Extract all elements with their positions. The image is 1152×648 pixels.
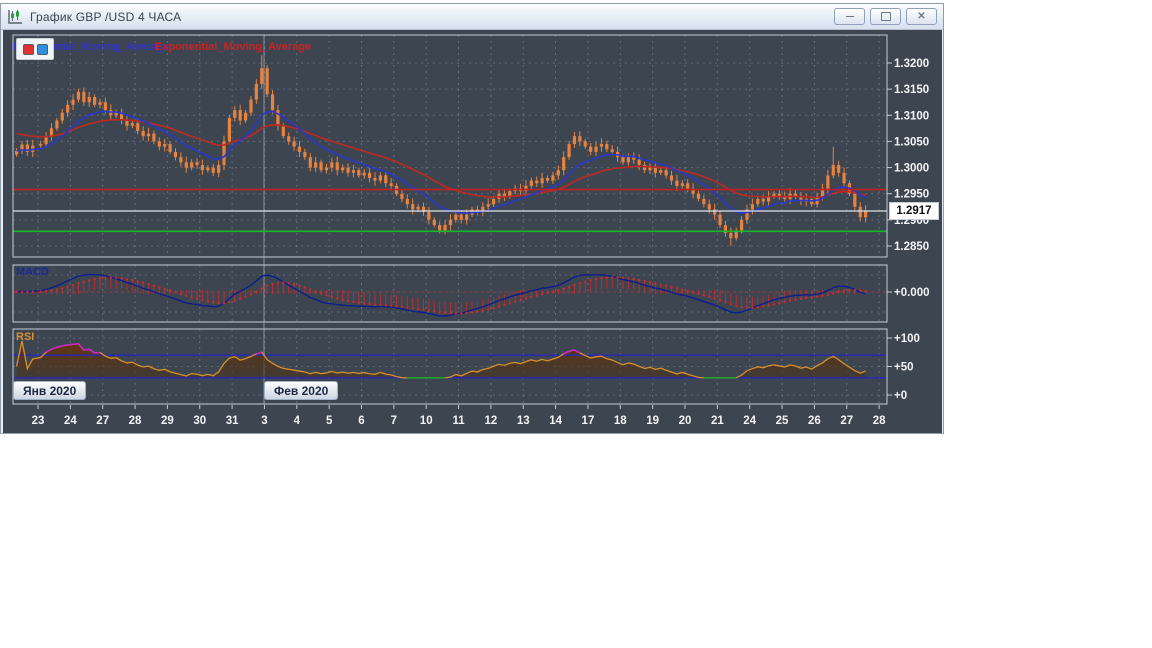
current-price-label: 1.2917 xyxy=(889,202,939,220)
close-button[interactable]: ✕ xyxy=(906,8,937,25)
day-label: 23 xyxy=(32,415,45,427)
day-label: 14 xyxy=(549,415,562,427)
window-titlebar[interactable]: График GBP /USD 4 ЧАСА — ✕ xyxy=(1,4,943,30)
day-label: 5 xyxy=(326,415,333,427)
rsi-tick-label: +50 xyxy=(894,362,914,374)
day-label: 18 xyxy=(614,415,627,427)
day-label: 25 xyxy=(776,415,789,427)
macd-tick-label: +0.000 xyxy=(894,287,930,299)
day-label: 12 xyxy=(485,415,498,427)
blue-indicator-button[interactable] xyxy=(36,43,48,55)
rsi-tick-label: +0 xyxy=(894,390,907,402)
price-tick-label: 1.3200 xyxy=(894,58,929,70)
day-label: 7 xyxy=(391,415,397,427)
window-title: График GBP /USD 4 ЧАСА xyxy=(30,9,182,24)
month-label-jan[interactable]: Янв 2020 xyxy=(13,381,87,400)
price-tick-label: 1.2950 xyxy=(894,189,929,201)
day-label: 20 xyxy=(679,415,692,427)
day-label: 28 xyxy=(873,415,886,427)
macd-line xyxy=(16,273,866,317)
close-icon: ✕ xyxy=(917,10,926,22)
minimize-icon: — xyxy=(845,10,854,22)
month-label-jan-text: Янв 2020 xyxy=(23,383,77,398)
day-label: 19 xyxy=(646,415,659,427)
rsi-panel-label: RSI xyxy=(16,331,35,343)
day-label: 10 xyxy=(420,415,433,427)
day-label: 28 xyxy=(129,415,142,427)
day-label: 21 xyxy=(711,415,724,427)
day-label: 4 xyxy=(294,415,301,427)
month-label-feb-text: Фев 2020 xyxy=(274,383,329,398)
red-indicator-button[interactable] xyxy=(22,43,34,55)
window-controls: — ✕ xyxy=(834,8,937,25)
price-tick-label: 1.3100 xyxy=(894,110,929,122)
candles-layer xyxy=(15,55,868,247)
day-label: 30 xyxy=(193,415,206,427)
day-label: 29 xyxy=(161,415,174,427)
minimize-button[interactable]: — xyxy=(834,8,865,25)
macd-panel-label: MACD xyxy=(16,266,49,278)
price-chart-canvas[interactable]: 1.3200 1.3150 1.3100 1.3050 1.3000 1.29501.29… xyxy=(3,30,942,433)
month-label-feb[interactable]: Фев 2020 xyxy=(264,381,339,400)
restore-button[interactable] xyxy=(870,8,901,25)
legend-ema-slow: Exponential_Moving_Average xyxy=(155,41,312,53)
price-tick-label: 1.2850 xyxy=(894,241,929,253)
day-label: 11 xyxy=(452,415,465,427)
restore-icon xyxy=(880,12,891,21)
rsi-tick-label: +100 xyxy=(894,333,920,345)
day-label: 31 xyxy=(226,415,239,427)
day-label: 27 xyxy=(840,415,853,427)
macd-signal-dots xyxy=(15,276,867,315)
day-label: 27 xyxy=(96,415,109,427)
day-label: 24 xyxy=(743,415,756,427)
indicator-buttons xyxy=(16,38,54,60)
ema-fast-line xyxy=(16,110,866,214)
price-tick-label: 1.3150 xyxy=(894,84,929,96)
rsi-fill xyxy=(16,340,866,378)
price-tick-label: 1.3000 xyxy=(894,163,929,175)
day-label: 6 xyxy=(358,415,364,427)
chart-content[interactable]: 1.3200 1.3150 1.3100 1.3050 1.3000 1.2950 1.29… xyxy=(3,30,942,433)
day-label: 13 xyxy=(517,415,530,427)
day-label: 24 xyxy=(64,415,77,427)
chart-icon xyxy=(8,9,22,24)
day-label: 17 xyxy=(582,415,595,427)
price-tick-label: 1.3050 xyxy=(894,136,929,148)
day-label: 26 xyxy=(808,415,821,427)
chart-window: График GBP /USD 4 ЧАСА — ✕ 1.3200 1.3150 1… xyxy=(0,3,944,434)
day-label: 3 xyxy=(261,415,267,427)
